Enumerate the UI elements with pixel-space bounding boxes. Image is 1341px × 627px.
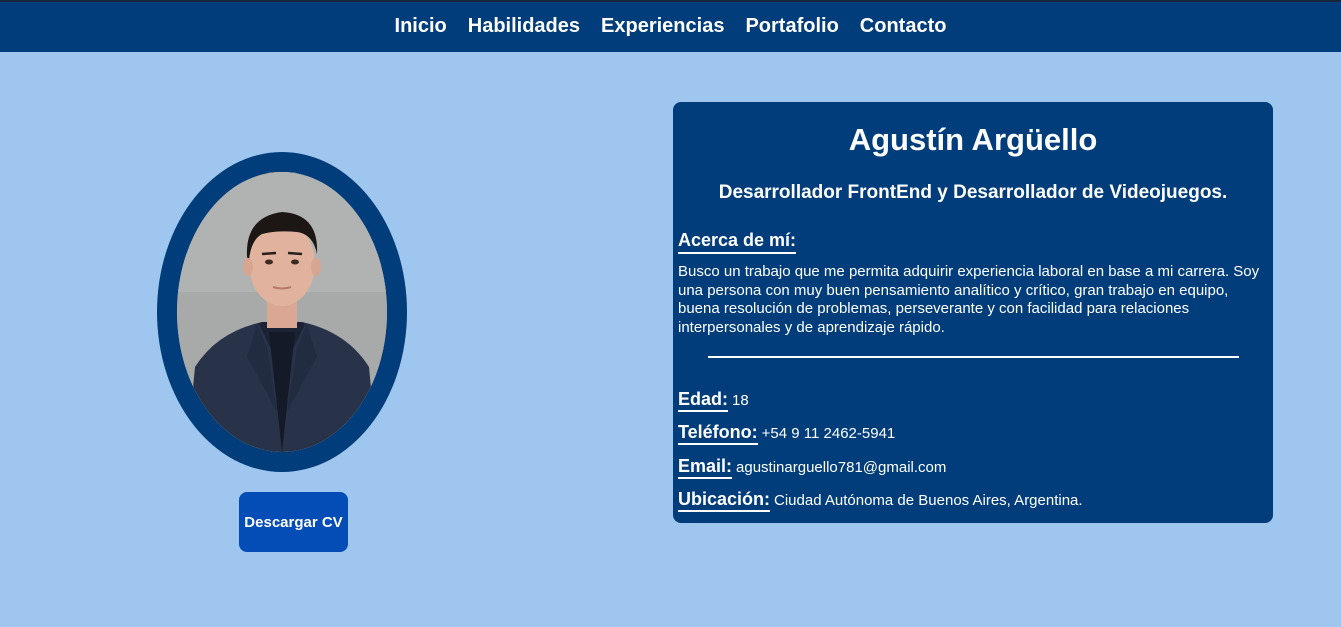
about-text: Busco un trabajo que me permita adquirir…	[678, 263, 1260, 336]
nav-link-inicio[interactable]: Inicio	[395, 15, 447, 40]
nav-link-portafolio[interactable]: Portafolio	[745, 15, 838, 40]
field-email-label: Email:	[678, 455, 733, 479]
download-cv-button[interactable]: Descargar CV	[239, 492, 348, 552]
top-navbar: Inicio Habilidades Experiencias Portafol…	[0, 0, 1341, 52]
profile-name: Agustín Argüello	[848, 122, 1098, 157]
profile-photo-frame	[157, 152, 407, 472]
nav-link-contacto[interactable]: Contacto	[860, 15, 947, 40]
field-age-value: 18	[732, 392, 749, 409]
about-heading: Acerca de mí:	[678, 229, 797, 254]
profile-photo	[177, 172, 387, 452]
profile-info-card: Agustín Argüello Desarrollador FrontEnd …	[673, 102, 1273, 523]
field-location: Ubicación: Ciudad Autónoma de Buenos Aire…	[678, 488, 1083, 512]
field-location-label: Ubicación:	[678, 488, 771, 512]
field-age-label: Edad:	[678, 388, 729, 412]
field-email: Email: agustinarguello781@gmail.com	[678, 455, 946, 479]
field-phone-label: Teléfono:	[678, 421, 758, 445]
field-email-value: agustinarguello781@gmail.com	[736, 459, 947, 476]
field-age: Edad: 18	[678, 388, 749, 412]
field-phone-value: +54 9 11 2462-5941	[761, 425, 896, 442]
field-phone: Teléfono: +54 9 11 2462-5941	[678, 421, 895, 445]
nav-link-experiencias[interactable]: Experiencias	[601, 15, 724, 40]
profile-subtitle: Desarrollador FrontEnd y Desarrollador d…	[718, 182, 1228, 203]
field-location-value: Ciudad Autónoma de Buenos Aires, Argenti…	[774, 492, 1083, 509]
divider	[708, 356, 1239, 358]
nav-link-habilidades[interactable]: Habilidades	[468, 15, 580, 40]
